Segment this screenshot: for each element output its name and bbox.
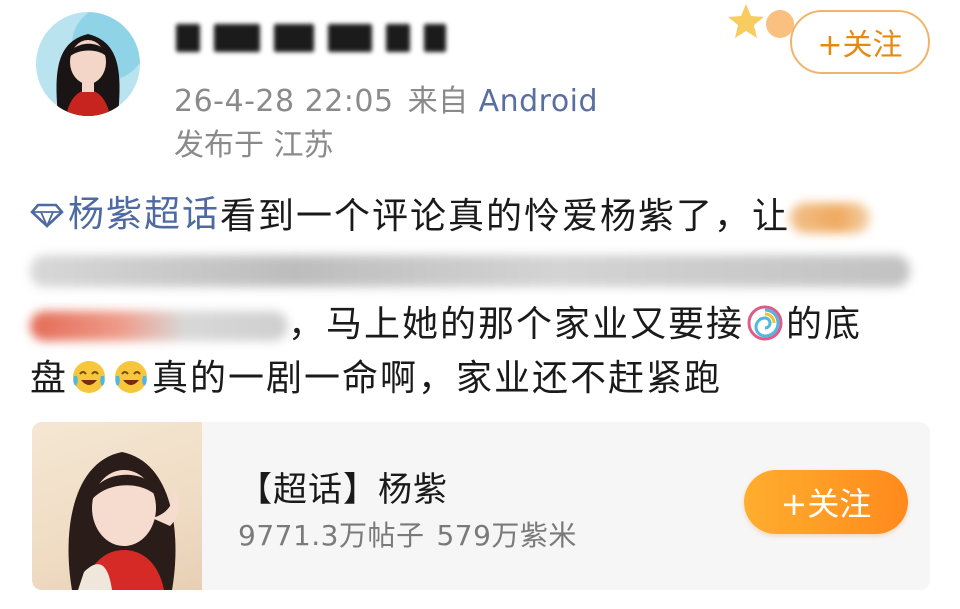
laugh-cry-emoji-icon <box>73 361 106 393</box>
post-text-line-3-tail: 的底 <box>786 304 863 345</box>
post-content: 杨紫超话 看到一个评论真的怜爱杨紫了，让 ，马上她的那个家业又要接 的底 盘 真的一剧… <box>30 188 940 406</box>
post-line-1: 杨紫超话 看到一个评论真的怜爱杨紫了，让 <box>30 188 940 244</box>
author-avatar[interactable] <box>36 12 140 116</box>
redacted-text <box>790 203 871 233</box>
post-text-line-3: ，马上她的那个家业又要接 <box>288 304 745 345</box>
posts-count: 9771.3万帖子 <box>238 519 425 552</box>
super-topic-card[interactable]: 【超话】杨紫 9771.3万帖子 579万紫米 +关注 <box>32 422 930 590</box>
laugh-cry-emoji-icon <box>115 361 148 393</box>
post-meta: 26-4-28 22:05 来自 Android <box>174 76 598 120</box>
topic-label: 杨紫超话 <box>68 194 221 235</box>
avatar-image <box>56 34 120 116</box>
diamond-topic-icon <box>30 203 64 228</box>
members-count: 579万紫米 <box>436 519 577 552</box>
cover-portrait <box>68 452 180 590</box>
source-device[interactable]: Android <box>479 84 599 119</box>
super-topic-title[interactable]: 【超话】杨紫 <box>238 462 448 511</box>
post-text-line-4-start: 盘 <box>30 358 69 399</box>
super-topic-stats: 9771.3万帖子 579万紫米 <box>238 514 577 554</box>
post-timestamp: 26-4-28 22:05 <box>174 84 394 119</box>
post-line-3: ，马上她的那个家业又要接 的底 <box>30 298 940 352</box>
post-text-line-4: 真的一剧一命啊，家业还不赶紧跑 <box>152 358 723 399</box>
post-location: 发布于 江苏 <box>174 128 334 163</box>
post-line-2 <box>30 244 940 298</box>
follow-author-button[interactable]: +关注 <box>790 10 930 74</box>
super-topic-cover-image <box>32 422 202 590</box>
lollipop-emoji-icon <box>747 305 783 341</box>
follow-super-topic-button[interactable]: +关注 <box>744 470 908 534</box>
post-text-line-1: 看到一个评论真的怜爱杨紫了，让 <box>220 196 791 237</box>
post-line-4: 盘 真的一剧一命啊，家业还不赶紧跑 <box>30 352 940 406</box>
redacted-text <box>30 255 910 287</box>
author-name-redacted[interactable] <box>176 18 456 58</box>
redacted-text <box>30 311 288 341</box>
source-prefix: 来自 <box>407 84 469 119</box>
topic-link[interactable]: 杨紫超话 <box>30 188 220 242</box>
super-fan-star-icon <box>728 4 794 38</box>
